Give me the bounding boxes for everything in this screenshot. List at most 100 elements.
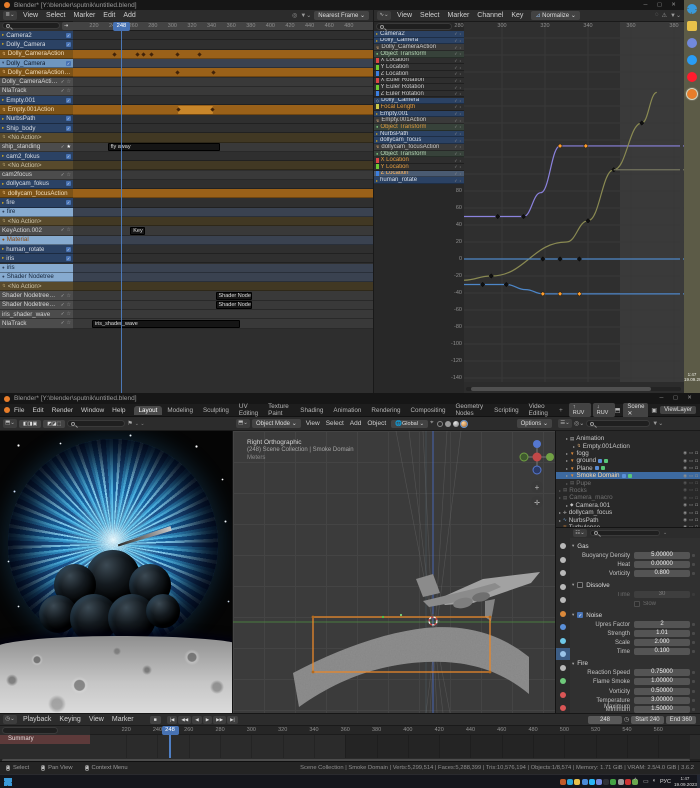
section-noise[interactable]: ▾ ✓ Noise (572, 611, 700, 620)
track-mute-checkbox[interactable]: ✓ (61, 302, 65, 308)
section-gas[interactable]: ▾ Gas (572, 542, 700, 551)
outliner-row-empty-001action[interactable]: ▸ ↯ Empty.001Action (556, 442, 700, 450)
track-solo-star-icon[interactable]: ☆ (67, 302, 71, 308)
graph-menu-view[interactable]: View (393, 12, 416, 19)
select-mode-icons[interactable]: ◩◪⬚ (43, 419, 66, 428)
graph-channel-y-location[interactable]: Y Location ✓ • (374, 164, 464, 171)
expand-arrow-icon[interactable]: ▸ (556, 466, 568, 471)
outliner-row-smoke-domain[interactable]: ▸ ▼ Smoke Domain ◉ ▭ ◘ (556, 472, 700, 480)
track-mute-checkbox[interactable]: ✓ (61, 311, 65, 317)
jump-to-start-button[interactable]: |◀ (166, 715, 178, 724)
graph-channel-object-transform[interactable]: ● Object Transform ✓ • (374, 150, 464, 158)
shading-wireframe-icon[interactable] (437, 420, 444, 427)
channel-enable-checkbox[interactable]: ✓ (454, 151, 457, 156)
keyframe-dot[interactable] (134, 51, 140, 57)
channel-enable-checkbox[interactable]: ✓ (454, 71, 457, 76)
filter-icon[interactable]: ▼⌄ (300, 12, 311, 19)
graph-channel-empty-001action[interactable]: ↯ Empty.001Action ✓ • (374, 117, 464, 125)
disable-render-icon[interactable]: ◘ (695, 465, 698, 471)
prop-value-vorticity[interactable]: 0.800 (634, 570, 690, 577)
prop-stepper[interactable] (692, 632, 695, 635)
track-solo-star-icon[interactable]: ☆ (67, 293, 71, 299)
channel-enable-checkbox[interactable]: ✓ (454, 91, 457, 96)
hide-eye-icon[interactable]: ◉ (683, 510, 687, 516)
expand-arrow-icon[interactable]: ▸ (556, 481, 568, 486)
channel-checkbox[interactable]: ✓ (66, 60, 71, 66)
prop-value-flame-smoke[interactable]: 1.00000 (634, 678, 690, 686)
channel-checkbox[interactable]: ✓ (66, 200, 71, 206)
properties-tab-modifiers[interactable] (556, 621, 570, 633)
channel-lock-icon[interactable]: • (460, 98, 462, 103)
gizmo-z-neg[interactable] (532, 465, 542, 475)
channel-enable-checkbox[interactable]: ✓ (454, 65, 457, 70)
hide-eye-icon[interactable]: ◉ (683, 458, 687, 464)
nla-channel-empty-001action[interactable]: ↯ Empty.001Action (0, 105, 73, 115)
properties-tab-tool[interactable] (556, 540, 570, 552)
viewport-menu-view[interactable]: View (303, 420, 323, 427)
nla-channel-nlatrack[interactable]: NlaTrack ✓ ☆ (0, 86, 73, 97)
prop-stepper[interactable] (692, 641, 695, 645)
graph-channel-x-location[interactable]: X Location ✓ • (374, 157, 464, 164)
prop-value-vorticity[interactable]: 0.50000 (634, 687, 690, 695)
graph-channel-z-location[interactable]: Z Location ✓ • (374, 170, 464, 178)
nla-channel-dollycam-fokus[interactable]: ▸ dollycam_fokus ✓ (0, 179, 73, 190)
disable-viewport-icon[interactable]: ▭ (689, 495, 693, 501)
channel-checkbox[interactable]: ✓ (66, 255, 71, 261)
channel-checkbox[interactable]: ✓ (66, 116, 71, 122)
taskbar-app-icon[interactable] (574, 778, 581, 785)
outliner-row-dollycam-focus[interactable]: ▸ ✛ dollycam_focus ◉ ▭ ◘ (556, 509, 700, 516)
nla-strip-shader-nodetr[interactable]: Shader Nodetr (215, 292, 252, 300)
channel-lock-icon[interactable]: • (460, 171, 462, 176)
play-reverse-button[interactable]: ◀ (192, 715, 202, 724)
track-solo-star-icon[interactable]: ☆ (67, 227, 71, 233)
tab-sculpting[interactable]: Sculpting (198, 406, 234, 415)
expand-arrow-icon[interactable]: ▸ (556, 495, 561, 500)
language-indicator[interactable]: РУС (660, 779, 671, 785)
graph-hscrollbar[interactable] (466, 387, 681, 391)
hide-eye-icon[interactable]: ◉ (683, 450, 687, 456)
graph-channel-y-euler-rotation[interactable]: Y Euler Rotation ✓ • (374, 84, 464, 91)
channel-checkbox[interactable]: ✓ (66, 32, 71, 38)
outliner-row-camera-001[interactable]: ▸ ◆ Camera.001 ◉ ▭ ◘ (556, 502, 700, 509)
keyframe-dot[interactable] (197, 51, 202, 57)
track-mute-checkbox[interactable]: ✓ (61, 79, 65, 85)
next-keyframe-button[interactable]: ▶▶ (213, 715, 227, 724)
track-solo-star-icon[interactable]: ☆ (67, 172, 71, 178)
track-mute-checkbox[interactable]: ✓ (61, 172, 65, 178)
maximize-button[interactable]: ▢ (653, 1, 666, 10)
graph-curve-area[interactable] (464, 22, 684, 382)
dropdown-icon[interactable]: ⌄ (663, 530, 667, 536)
nla-channel-no-action[interactable]: ↯ <No Action> (0, 161, 73, 171)
check-app-icon[interactable] (687, 55, 697, 65)
graph-channel-x-euler-rotation[interactable]: X Euler Rotation ✓ • (374, 77, 464, 85)
nla-channel-human-rotate[interactable]: ▸ human_rotate ✓ (0, 244, 73, 255)
tab-layout[interactable]: Layout (133, 405, 163, 415)
terrain-arc[interactable] (293, 627, 529, 707)
channel-lock-icon[interactable]: • (460, 144, 462, 149)
nla-channel-cam2-fokus[interactable]: ▸ cam2_fokus ✓ (0, 151, 73, 162)
disable-viewport-icon[interactable]: ▭ (689, 480, 693, 486)
nla-menu-add[interactable]: Add (119, 12, 139, 19)
prop-value-scale[interactable]: 2.000 (634, 639, 690, 647)
disable-viewport-icon[interactable]: ▭ (689, 465, 693, 471)
expand-arrow-icon[interactable]: ▸ (556, 451, 568, 456)
disable-viewport-icon[interactable]: ▭ (689, 458, 693, 464)
mode-pinned-icons[interactable]: ◧◨▣ (19, 419, 42, 428)
channel-enable-checkbox[interactable]: ✓ (454, 144, 457, 149)
track-mute-checkbox[interactable]: ✓ (61, 293, 65, 299)
disable-render-icon[interactable]: ◘ (695, 495, 698, 501)
prop-value-strength[interactable]: 1.01 (634, 630, 690, 637)
ghost-curves-icon[interactable]: ◌ (655, 12, 659, 19)
prop-value-temperature-maximum[interactable]: 3.00000 (634, 696, 690, 704)
nla-menu-edit[interactable]: Edit (99, 12, 119, 19)
snap-magnet-icon[interactable]: ⌖ (430, 420, 433, 427)
taskbar-app-icon[interactable] (610, 778, 617, 785)
nla-action-segment[interactable] (178, 105, 213, 114)
editor-type-icon[interactable]: ≣⌄ (3, 11, 17, 20)
menu-window[interactable]: Window (77, 407, 108, 414)
graph-channel-human-rotate[interactable]: ▸ human_rotate ✓ • (374, 177, 464, 184)
graph-channel-dolly-camera[interactable]: ◇ Dolly_Camera ✓ • (374, 97, 464, 105)
tab-texture-paint[interactable]: Texture Paint (263, 402, 295, 418)
keyframe-dot[interactable] (149, 51, 154, 57)
prop-value-reaction-speed[interactable]: 0.75000 (634, 669, 690, 677)
